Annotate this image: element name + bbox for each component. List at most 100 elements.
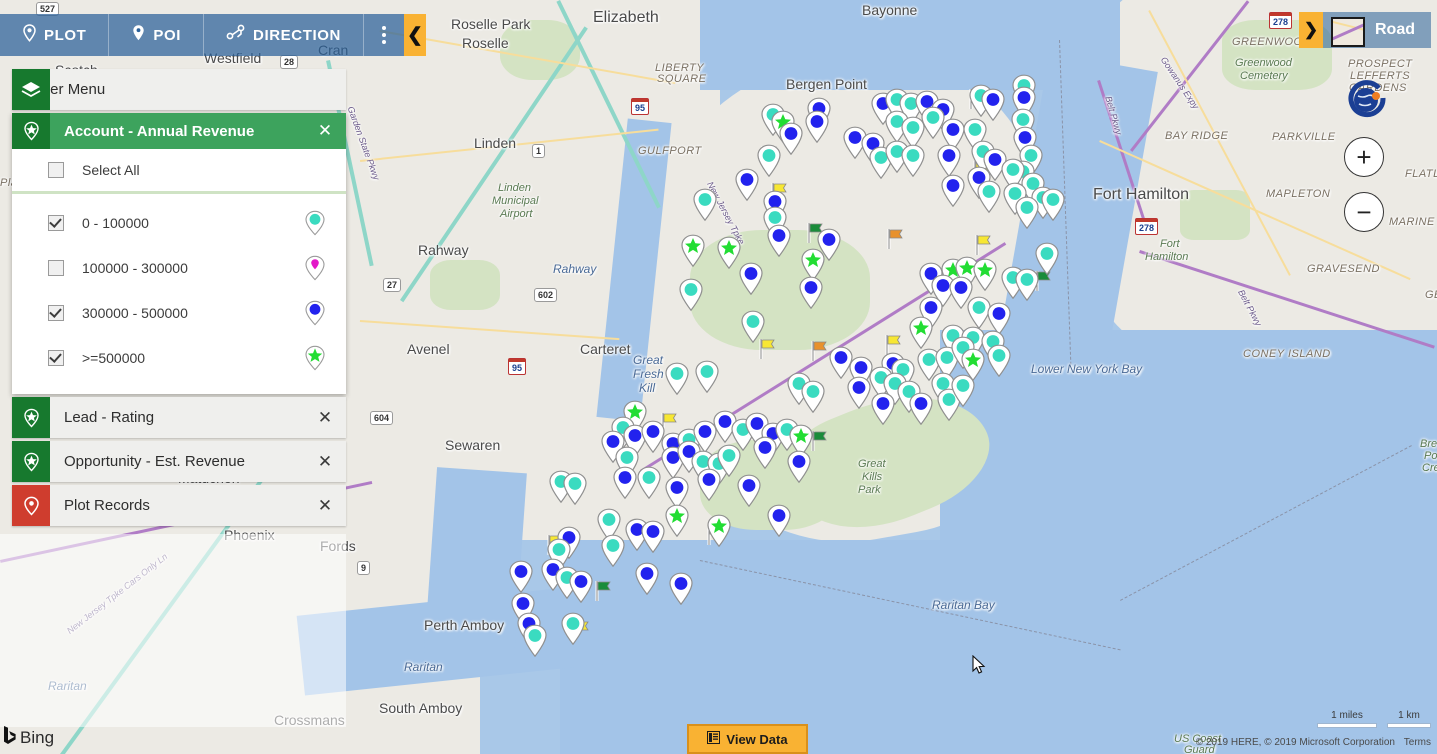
map-flag-marker[interactable] (974, 234, 994, 256)
map-pin-marker[interactable] (734, 168, 760, 202)
layer-panel: Layer Menu Account - Annual Revenue ✕ Se… (12, 69, 346, 529)
map-pin-marker[interactable] (1014, 196, 1040, 230)
layer-row-label: Lead - Rating (64, 409, 155, 426)
map-pin-marker[interactable] (950, 374, 976, 408)
close-icon[interactable]: ✕ (304, 496, 346, 516)
map-pin-marker[interactable] (736, 474, 762, 508)
map-pin-marker[interactable] (696, 468, 722, 502)
map-pin-marker[interactable] (800, 380, 826, 414)
legend-item[interactable]: 0 - 100000 (12, 200, 346, 245)
map-pin-marker[interactable] (766, 504, 792, 538)
map-pin-marker[interactable] (678, 278, 704, 312)
map-pin-marker[interactable] (908, 316, 934, 350)
zoom-out-icon[interactable]: − (1344, 192, 1384, 232)
map-pin-marker[interactable] (634, 562, 660, 596)
close-icon[interactable]: ✕ (304, 452, 346, 472)
close-icon[interactable]: ✕ (304, 121, 346, 141)
map-pin-marker[interactable] (1014, 268, 1040, 302)
map-pin-marker[interactable] (798, 276, 824, 310)
map-pin-marker[interactable] (692, 188, 718, 222)
map-pin-marker[interactable] (560, 612, 586, 646)
terms-link[interactable]: Terms (1404, 737, 1431, 748)
toolbar-collapse-button[interactable]: ❮ (403, 14, 426, 56)
zoom-in-icon[interactable]: + (1344, 137, 1384, 177)
map-style-selector[interactable]: ❯ Road (1299, 12, 1431, 48)
map-pin-marker[interactable] (706, 514, 732, 548)
map-flag-marker[interactable] (886, 228, 906, 250)
toolbar-button-plot[interactable]: PLOT (0, 14, 110, 56)
map-pin-marker[interactable] (986, 344, 1012, 378)
map-label: GULFPORT (638, 145, 702, 157)
map-pin-marker[interactable] (752, 436, 778, 470)
map-label: Linden (498, 182, 532, 194)
map-pin-marker[interactable] (664, 504, 690, 538)
layer-row[interactable]: Plot Records ✕ (12, 485, 346, 526)
map-pin-marker[interactable] (940, 174, 966, 208)
map-attribution: © 2019 HERE, © 2019 Microsoft Corporatio… (1196, 737, 1431, 748)
layer-row[interactable]: Lead - Rating ✕ (12, 397, 346, 438)
map-pin-marker[interactable] (900, 144, 926, 178)
map-label: Carteret (580, 341, 631, 357)
map-label: Roselle (462, 35, 509, 51)
map-pin-marker[interactable] (936, 144, 962, 178)
map-style-expander-button[interactable]: ❯ (1299, 12, 1323, 48)
map-pin-marker[interactable] (668, 572, 694, 606)
compass-globe-icon[interactable] (1345, 78, 1391, 124)
map-label: FLATLA (1405, 168, 1437, 180)
map-pin-marker[interactable] (640, 520, 666, 554)
legend-item-checkbox[interactable] (48, 259, 64, 276)
map-pin-marker[interactable] (816, 228, 842, 262)
map-pin-marker[interactable] (522, 624, 548, 658)
toolbar-more-options-button[interactable] (364, 14, 404, 56)
map-pin-marker[interactable] (694, 360, 720, 394)
close-icon[interactable]: ✕ (304, 408, 346, 428)
map-flag-marker[interactable] (594, 580, 614, 602)
map-pin-marker[interactable] (612, 466, 638, 500)
select-all-label: Select All (82, 162, 140, 178)
map-pin-marker[interactable] (766, 224, 792, 258)
legend-item-checkbox[interactable] (48, 349, 64, 366)
map-pin-marker[interactable] (1040, 188, 1066, 222)
map-pin-marker[interactable] (870, 392, 896, 426)
map-pin-marker[interactable] (980, 88, 1006, 122)
map-pin-marker[interactable] (976, 180, 1002, 214)
legend-item[interactable]: 100000 - 300000 (12, 245, 346, 290)
map-pin-marker[interactable] (568, 570, 594, 604)
toolbar-button-poi[interactable]: POI (109, 14, 205, 56)
map-pin-marker[interactable] (804, 110, 830, 144)
legend-item[interactable]: 300000 - 500000 (12, 290, 346, 335)
layer-menu-row[interactable]: Layer Menu (12, 69, 346, 110)
toolbar-label-poi: POI (153, 26, 182, 44)
bing-logo[interactable]: Bing (4, 726, 54, 748)
map-pin-marker[interactable] (740, 310, 766, 344)
legend-item[interactable]: >=500000 (12, 335, 346, 380)
map-pin-marker[interactable] (738, 262, 764, 296)
map-pin-marker[interactable] (562, 472, 588, 506)
map-pin-marker[interactable] (600, 534, 626, 568)
legend-select-all-row[interactable]: Select All (12, 149, 346, 194)
map-pin-marker[interactable] (972, 258, 998, 292)
select-all-checkbox[interactable] (48, 162, 64, 178)
legend-item-checkbox[interactable] (48, 214, 64, 231)
map-pin-marker[interactable] (680, 234, 706, 268)
toolbar-label-plot: PLOT (44, 26, 87, 44)
map-pin-marker[interactable] (636, 466, 662, 500)
zoom-out-label: − (1356, 197, 1372, 227)
legend-header[interactable]: Account - Annual Revenue ✕ (12, 113, 346, 149)
route-shield: 95 (631, 98, 650, 115)
scale-km: 1 km (1387, 710, 1431, 728)
map-label: South Amboy (379, 700, 463, 716)
map-flag-marker[interactable] (810, 340, 830, 362)
legend-item-checkbox[interactable] (48, 304, 64, 321)
route-shield: 9 (357, 561, 371, 575)
toolbar-button-direction[interactable]: DIRECTION (204, 14, 364, 56)
map-pin-marker[interactable] (508, 560, 534, 594)
legend-item-label: 0 - 100000 (82, 214, 149, 231)
view-data-button[interactable]: View Data (687, 724, 808, 754)
layer-row[interactable]: Opportunity - Est. Revenue ✕ (12, 441, 346, 482)
map-pin-marker[interactable] (664, 362, 690, 396)
layer-row-label: Plot Records (64, 497, 150, 514)
direction-icon (226, 24, 246, 46)
map-pin-marker[interactable] (786, 450, 812, 484)
legend-item-symbol-star-icon (298, 345, 332, 371)
